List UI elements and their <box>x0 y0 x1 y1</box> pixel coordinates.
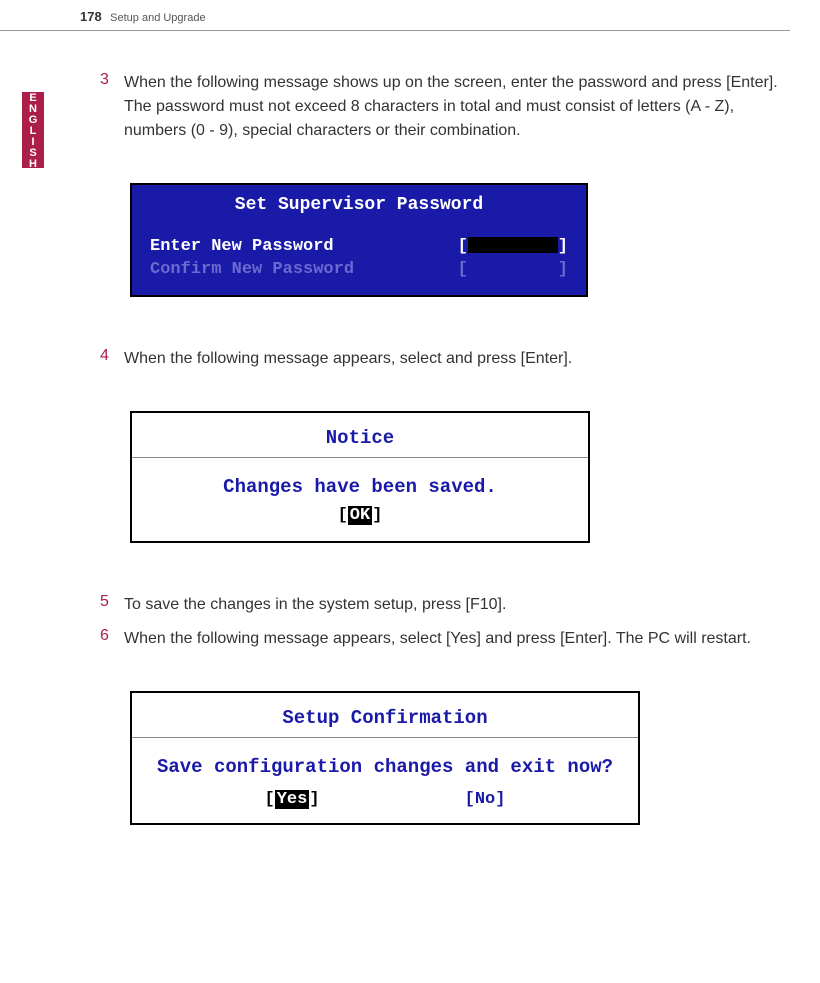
bios-dialog-title: Set Supervisor Password <box>132 185 586 229</box>
dialog-title: Notice <box>132 413 588 457</box>
divider <box>132 457 588 458</box>
password-input-field[interactable] <box>468 237 558 253</box>
dialog-buttons: [Yes] [No] <box>132 786 638 823</box>
step-number: 3 <box>100 71 124 143</box>
setup-confirmation-dialog: Setup Confirmation Save configuration ch… <box>130 691 640 825</box>
dialog-buttons: [OK] <box>132 504 588 541</box>
bracket-left: [ <box>458 260 468 279</box>
step-number: 4 <box>100 347 124 371</box>
language-tab: ENGLISH <box>22 92 44 168</box>
step-text: To save the changes in the system setup,… <box>124 593 506 617</box>
dialog-message: Save configuration changes and exit now? <box>132 750 638 786</box>
confirm-password-label: Confirm New Password <box>150 260 458 279</box>
step-6: 6 When the following message appears, se… <box>100 627 790 651</box>
no-button[interactable]: [No] <box>465 790 506 809</box>
page-header: 178 Setup and Upgrade <box>0 0 790 31</box>
ok-button[interactable]: [OK] <box>338 506 383 525</box>
step-5: 5 To save the changes in the system setu… <box>100 593 790 617</box>
dialog-title: Setup Confirmation <box>132 693 638 737</box>
bios-password-dialog: Set Supervisor Password Enter New Passwo… <box>130 183 588 297</box>
notice-dialog: Notice Changes have been saved. [OK] <box>130 411 590 543</box>
divider <box>132 737 638 738</box>
step-4: 4 When the following message appears, se… <box>100 347 790 371</box>
confirm-password-row: Confirm New Password [] <box>150 258 568 281</box>
step-number: 5 <box>100 593 124 617</box>
bracket-right: ] <box>558 260 568 279</box>
step-text: When the following message appears, sele… <box>124 347 572 371</box>
dialog-message: Changes have been saved. <box>132 470 588 504</box>
content-area: 3 When the following message shows up on… <box>0 31 820 825</box>
step-number: 6 <box>100 627 124 651</box>
bracket-left: [ <box>458 237 468 256</box>
step-text: When the following message appears, sele… <box>124 627 751 651</box>
bios-dialog-body: Enter New Password [] Confirm New Passwo… <box>132 229 586 295</box>
enter-password-row: Enter New Password [] <box>150 235 568 258</box>
yes-button[interactable]: [Yes] <box>265 790 320 809</box>
confirm-input-field[interactable] <box>468 260 558 276</box>
bracket-right: ] <box>558 237 568 256</box>
section-title: Setup and Upgrade <box>110 12 205 24</box>
step-3: 3 When the following message shows up on… <box>100 71 790 143</box>
page-number: 178 <box>80 9 102 24</box>
step-text: When the following message shows up on t… <box>124 71 790 143</box>
enter-password-label: Enter New Password <box>150 237 458 256</box>
